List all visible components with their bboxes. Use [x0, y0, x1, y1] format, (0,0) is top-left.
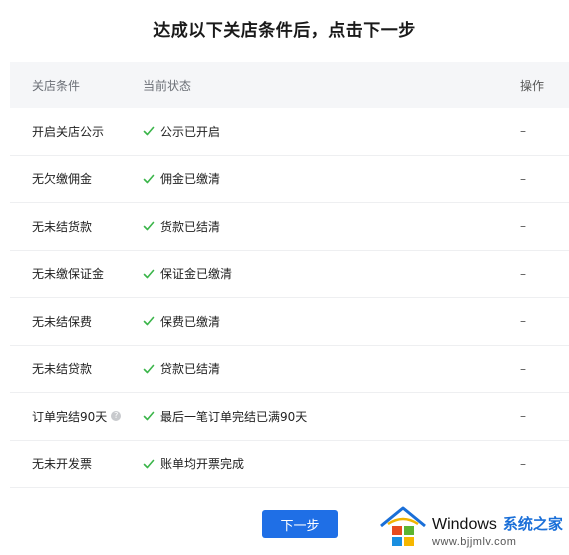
check-icon — [143, 221, 155, 231]
condition-cell: 无未开发票 — [10, 455, 143, 472]
header-condition: 关店条件 — [32, 78, 81, 93]
status-cell: 贷款已结清 — [143, 360, 520, 377]
status-text: 贷款已结清 — [160, 362, 221, 377]
condition-cell: 无未结保费 — [10, 313, 143, 330]
status-text: 佣金已缴清 — [160, 172, 221, 187]
table-row: 开启关店公示 公示已开启 – — [10, 108, 569, 156]
watermark-text: Windows 系统之家 www.bjjmlv.com — [432, 513, 563, 548]
check-icon — [143, 269, 155, 279]
status-cell: 账单均开票完成 — [143, 455, 520, 472]
check-icon — [143, 174, 155, 184]
condition-cell: 无未缴保证金 — [10, 265, 143, 282]
table-row: 无未开发票 账单均开票完成 – — [10, 441, 569, 488]
table-row: 订单完结90天 最后一笔订单完结已满90天 – — [10, 393, 569, 441]
status-text: 保证金已缴清 — [160, 267, 233, 282]
watermark-url: www.bjjmlv.com — [432, 536, 517, 548]
status-text: 保费已缴清 — [160, 314, 221, 329]
check-icon — [143, 364, 155, 374]
condition-label: 开启关店公示 — [32, 124, 105, 139]
watermark-brand: Windows — [432, 516, 497, 533]
next-step-button[interactable]: 下一步 — [262, 510, 338, 538]
watermark: Windows 系统之家 www.bjjmlv.com — [378, 504, 569, 552]
check-icon — [143, 459, 155, 469]
status-cell: 货款已结清 — [143, 218, 520, 235]
table-row: 无未结保费 保费已缴清 – — [10, 298, 569, 346]
condition-label: 无未缴保证金 — [32, 267, 105, 282]
action-cell: – — [520, 124, 526, 139]
status-text: 货款已结清 — [160, 219, 221, 234]
table-row: 无未缴保证金 保证金已缴清 – — [10, 251, 569, 298]
table-header: 关店条件 当前状态 操作 — [10, 62, 569, 108]
watermark-cn: 系统之家 — [502, 515, 563, 533]
windows-house-logo-icon — [380, 506, 426, 546]
status-text: 公示已开启 — [160, 124, 221, 139]
action-cell: – — [520, 171, 526, 186]
condition-label: 无欠缴佣金 — [32, 172, 93, 187]
condition-label: 无未开发票 — [32, 457, 93, 472]
page-title: 达成以下关店条件后，点击下一步 — [153, 21, 416, 41]
condition-label: 无未结贷款 — [32, 362, 93, 377]
check-icon — [143, 316, 155, 326]
status-cell: 保证金已缴清 — [143, 265, 520, 282]
action-cell: – — [520, 219, 526, 234]
header-action: 操作 — [520, 78, 545, 93]
condition-cell: 订单完结90天 — [10, 408, 143, 425]
action-cell: – — [520, 361, 526, 376]
status-cell: 最后一笔订单完结已满90天 — [143, 408, 520, 425]
action-cell: – — [520, 314, 526, 329]
check-icon — [143, 126, 155, 136]
table-body: 开启关店公示 公示已开启 – 无欠缴佣金 佣金已缴清 – 无未结货款 货款已结清 – 无未缴保证金… — [10, 108, 569, 488]
action-cell: – — [520, 409, 526, 424]
condition-cell: 无未结货款 — [10, 218, 143, 235]
table-row: 无未结货款 货款已结清 – — [10, 203, 569, 251]
table-row: 无欠缴佣金 佣金已缴清 – — [10, 156, 569, 203]
action-cell: – — [520, 266, 526, 281]
conditions-table: 关店条件 当前状态 操作 开启关店公示 公示已开启 – 无欠缴佣金 佣金已缴清 – 无未结货… — [10, 62, 569, 488]
status-text: 账单均开票完成 — [160, 457, 245, 472]
header-status: 当前状态 — [143, 78, 192, 93]
close-store-page: 达成以下关店条件后，点击下一步 关店条件 当前状态 操作 开启关店公示 公示已开启… — [0, 0, 569, 555]
info-icon[interactable] — [111, 410, 122, 422]
status-cell: 保费已缴清 — [143, 313, 520, 330]
status-text: 最后一笔订单完结已满90天 — [160, 409, 308, 424]
status-cell: 公示已开启 — [143, 123, 520, 140]
condition-label: 订单完结90天 — [32, 409, 108, 424]
condition-label: 无未结货款 — [32, 219, 93, 234]
status-cell: 佣金已缴清 — [143, 170, 520, 187]
table-row: 无未结贷款 贷款已结清 – — [10, 346, 569, 393]
condition-cell: 无未结贷款 — [10, 360, 143, 377]
action-cell: – — [520, 456, 526, 471]
check-icon — [143, 411, 155, 421]
condition-cell: 开启关店公示 — [10, 123, 143, 140]
condition-cell: 无欠缴佣金 — [10, 170, 143, 187]
condition-label: 无未结保费 — [32, 314, 93, 329]
